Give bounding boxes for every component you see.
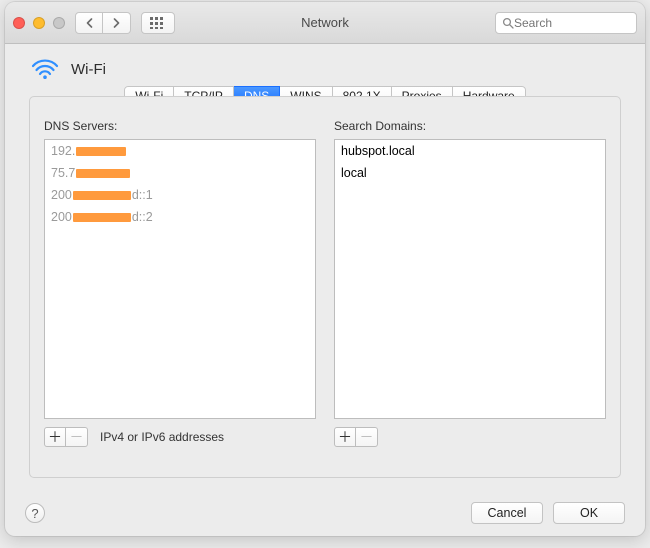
close-window-button[interactable]	[13, 17, 25, 29]
dns-server-row[interactable]: 200d::2	[45, 206, 315, 228]
ok-button[interactable]: OK	[553, 502, 625, 524]
chevron-right-icon	[112, 18, 121, 28]
search-input[interactable]	[514, 16, 630, 30]
zoom-window-button-disabled	[53, 17, 65, 29]
dns-add-button[interactable]: ＋	[44, 427, 66, 447]
search-domain-add-button[interactable]: ＋	[334, 427, 356, 447]
search-domains-label: Search Domains:	[334, 119, 606, 133]
dns-remove-button: －	[66, 427, 88, 447]
search-icon	[502, 17, 514, 29]
search-domain-row[interactable]: local	[335, 162, 605, 184]
nav-group	[75, 12, 131, 34]
show-all-prefs-button[interactable]	[141, 12, 175, 34]
search-domain-remove-button: －	[356, 427, 378, 447]
search-field-wrap[interactable]	[495, 12, 637, 34]
back-button[interactable]	[75, 12, 103, 34]
titlebar: Network	[5, 2, 645, 44]
cancel-button[interactable]: Cancel	[471, 502, 543, 524]
dns-servers-label: DNS Servers:	[44, 119, 316, 133]
forward-button[interactable]	[103, 12, 131, 34]
interface-title: Wi-Fi	[71, 61, 106, 78]
dns-servers-listbox[interactable]: 192.75.7200d::1200d::2	[44, 139, 316, 419]
grid-icon	[150, 17, 166, 29]
dns-server-row[interactable]: 200d::1	[45, 184, 315, 206]
dns-server-row[interactable]: 192.	[45, 140, 315, 162]
help-button[interactable]: ?	[25, 503, 45, 523]
wifi-icon	[31, 58, 59, 80]
search-domains-listbox[interactable]: hubspot.locallocal	[334, 139, 606, 419]
search-domain-row[interactable]: hubspot.local	[335, 140, 605, 162]
chevron-left-icon	[85, 18, 94, 28]
dns-hint: IPv4 or IPv6 addresses	[100, 430, 224, 444]
dns-server-row[interactable]: 75.7	[45, 162, 315, 184]
minimize-window-button[interactable]	[33, 17, 45, 29]
